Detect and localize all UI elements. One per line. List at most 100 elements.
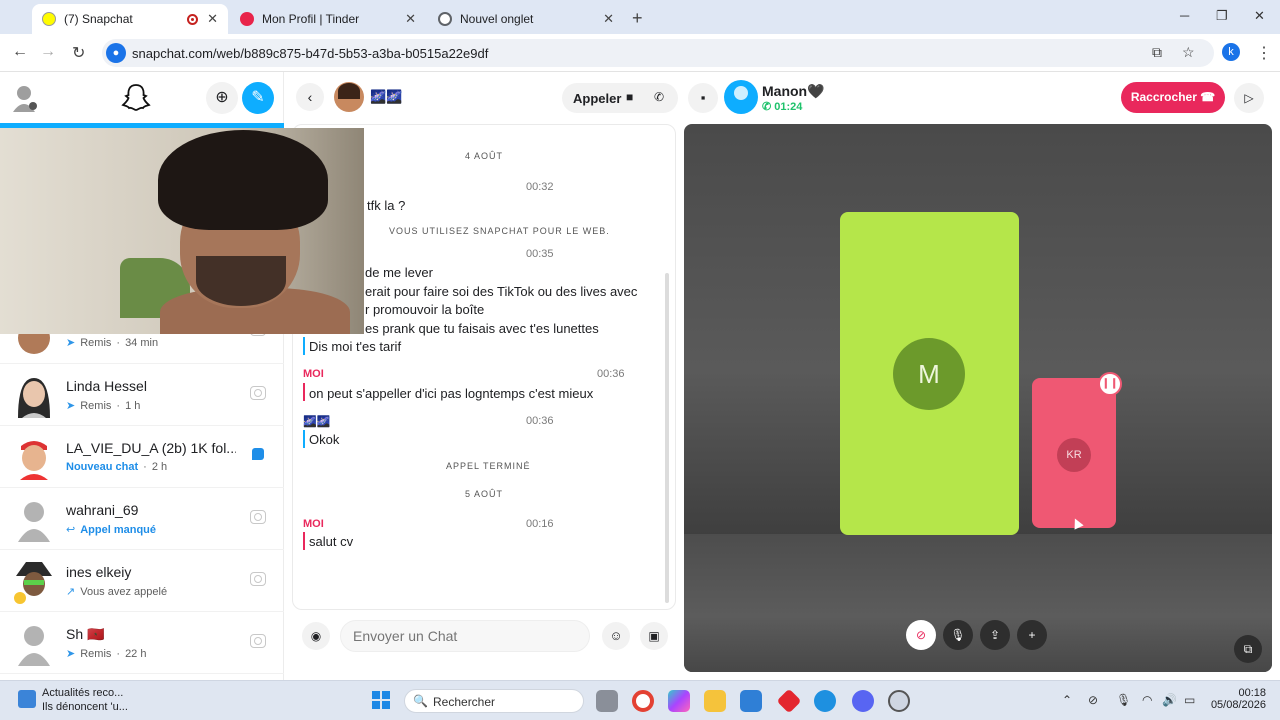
tray-chevron-icon[interactable]: ⌃ <box>1062 693 1072 707</box>
chat-name: ines elkeiy <box>66 564 132 580</box>
wifi-icon[interactable]: ◠ <box>1142 693 1152 707</box>
camera-off-button[interactable]: ⊘ <box>906 620 936 650</box>
forward-icon[interactable]: → <box>40 43 56 61</box>
chat-status: Nouveau chat · 2 h <box>66 461 167 473</box>
speaking-indicator-icon: ❙❙ <box>1098 372 1122 396</box>
sent-arrow-icon: ➤ <box>66 648 76 660</box>
chrome-favicon-icon <box>438 12 452 26</box>
tinder-favicon-icon <box>240 12 254 26</box>
chat-time: 22 h <box>125 647 147 660</box>
reload-icon[interactable]: ↻ <box>72 43 85 63</box>
install-app-icon[interactable]: ⧉ <box>1152 44 1162 61</box>
recording-icon <box>187 13 198 25</box>
help-app-icon[interactable] <box>814 690 836 712</box>
bookmark-star-icon[interactable]: ☆ <box>1182 44 1195 61</box>
friend-message-bar <box>303 430 305 448</box>
address-bar[interactable]: ● snapchat.com/web/b889c875-b47d-5b53-a3… <box>102 39 1214 67</box>
tray-app-icon[interactable]: ⊘ <box>1088 693 1098 707</box>
missed-call-icon: ↩ <box>66 524 76 536</box>
profile-ghost-icon[interactable] <box>12 84 38 112</box>
tab-title: Mon Profil | Tinder <box>262 12 360 26</box>
camera-icon[interactable] <box>250 572 266 586</box>
camera-button[interactable]: ◉ <box>302 622 330 650</box>
restore-icon[interactable]: ❐ <box>1216 8 1228 24</box>
stage-floor <box>684 534 1272 672</box>
chat-name: wahrani_69 <box>66 502 139 518</box>
friend-avatar[interactable] <box>334 82 364 112</box>
chat-name: Sh 🇲🇦 <box>66 626 105 642</box>
chrome-app-icon[interactable] <box>632 690 654 712</box>
tab-new[interactable]: Nouvel onglet ✕ <box>428 4 624 34</box>
chat-input[interactable] <box>340 620 590 652</box>
my-message-bar <box>303 532 305 550</box>
chat-status: ↩ Appel manqué <box>66 523 157 537</box>
chat-list-item[interactable]: wahrani_69 ↩ Appel manqué <box>0 488 284 550</box>
picture-in-picture-button[interactable]: ⧉ <box>1234 635 1262 663</box>
profile-avatar[interactable]: k <box>1222 43 1240 61</box>
news-icon <box>18 690 36 708</box>
back-icon[interactable]: ← <box>12 43 28 61</box>
app-circle-icon[interactable] <box>888 690 910 712</box>
video-camera-icon[interactable]: ■ <box>626 90 633 104</box>
add-friend-button[interactable]: ⊕ <box>206 82 238 114</box>
taskbar-clock[interactable]: 00:18 05/08/2026 <box>1206 687 1266 711</box>
copilot-app-icon[interactable] <box>668 690 690 712</box>
chat-list-item[interactable]: ines elkeiy ↗ Vous avez appelé <box>0 550 284 612</box>
discord-app-icon[interactable] <box>852 690 874 712</box>
close-tab-icon[interactable]: ✕ <box>405 11 416 27</box>
new-chat-bubble-icon[interactable] <box>252 448 264 460</box>
store-app-icon[interactable] <box>740 690 762 712</box>
participant-tile-main[interactable]: M <box>840 212 1019 535</box>
sticker-button[interactable]: ▣ <box>640 622 668 650</box>
message-scrollbar[interactable] <box>665 273 669 603</box>
chat-toggle-button[interactable]: ▪ <box>688 83 718 113</box>
tray-mic-icon[interactable]: 🎙 <box>1116 693 1131 707</box>
snapchat-logo-icon[interactable] <box>120 82 152 114</box>
hangup-button[interactable]: Raccrocher ☎ <box>1121 82 1225 113</box>
new-tab-icon[interactable]: + <box>632 8 643 29</box>
message-text: Okok <box>309 432 340 447</box>
close-window-icon[interactable]: ✕ <box>1254 8 1265 24</box>
minimize-icon[interactable]: ─ <box>1180 8 1189 23</box>
app-red-diamond-icon[interactable] <box>776 688 802 714</box>
camera-icon[interactable] <box>250 510 266 524</box>
add-participant-button[interactable]: + <box>1017 620 1047 650</box>
chat-name: Linda Hessel <box>66 378 147 394</box>
microphone-button[interactable]: 🎙 <box>943 620 973 650</box>
phone-icon[interactable]: ✆ <box>654 90 664 104</box>
my-message-bar <box>303 383 305 401</box>
participant-tile-self[interactable]: ❙❙ KR <box>1032 372 1122 528</box>
battery-icon[interactable]: ▭ <box>1184 693 1195 707</box>
task-view-icon[interactable] <box>596 690 618 712</box>
tab-tinder[interactable]: Mon Profil | Tinder ✕ <box>230 4 426 34</box>
menu-kebab-icon[interactable]: ⋮ <box>1256 43 1272 63</box>
chat-list: ➤ Remis · 34 min Linda Hessel ➤ Remis · … <box>0 322 284 674</box>
file-explorer-icon[interactable] <box>704 690 726 712</box>
back-chevron-button[interactable]: ‹ <box>296 83 324 111</box>
tab-snapchat[interactable]: (7) Snapchat ✕ <box>32 4 228 34</box>
volume-icon[interactable]: 🔊 <box>1162 693 1177 707</box>
close-tab-icon[interactable]: ✕ <box>207 11 218 27</box>
windows-start-icon[interactable] <box>372 691 390 709</box>
call-button[interactable]: Appeler ■ ✆ <box>562 83 678 113</box>
chat-list-item[interactable]: LA_VIE_DU_A (2b) 1K fol... Nouveau chat … <box>0 426 284 488</box>
message-text: salut cv <box>309 534 354 549</box>
sender-label: MOI <box>303 518 324 530</box>
emoji-button[interactable]: ☺ <box>602 622 630 650</box>
chat-list-item[interactable]: Linda Hessel ➤ Remis · 1 h <box>0 364 284 426</box>
camera-icon[interactable] <box>250 386 266 400</box>
hangup-label: Raccrocher <box>1130 90 1197 104</box>
tab-title: Nouvel onglet <box>460 12 534 26</box>
chat-list-item[interactable]: Sh 🇲🇦 ➤ Remis · 22 h <box>0 612 284 674</box>
snapchat-favicon-icon <box>42 12 56 26</box>
camera-icon[interactable] <box>250 634 266 648</box>
share-screen-button[interactable]: ⇪ <box>980 620 1010 650</box>
chat-status-label: Appel manqué <box>80 523 157 536</box>
chat-status-label: Remis <box>80 399 112 412</box>
expand-play-button[interactable]: ▷ <box>1234 83 1264 113</box>
close-tab-icon[interactable]: ✕ <box>603 11 614 27</box>
chat-time: 1 h <box>125 399 141 412</box>
new-chat-button[interactable]: ✎ <box>242 82 274 114</box>
taskbar-search[interactable]: 🔍 Rechercher <box>404 689 584 713</box>
webcam-self-view[interactable] <box>0 128 364 334</box>
